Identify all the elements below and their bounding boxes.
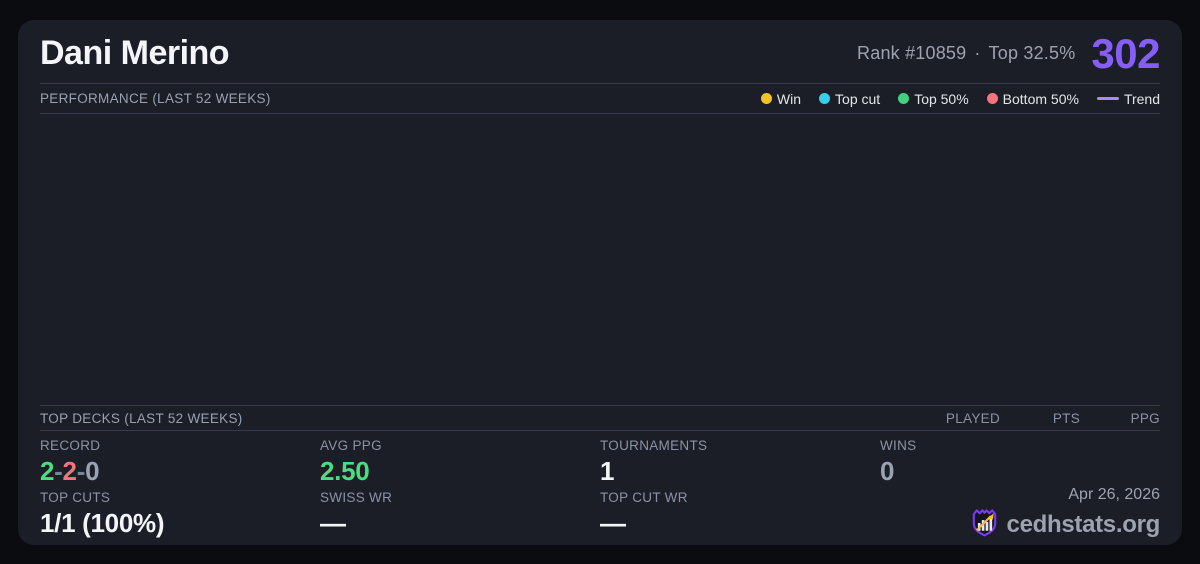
legend-item-bottom-50-: Bottom 50%	[986, 90, 1079, 107]
stat-label: TOP CUTS	[40, 490, 111, 505]
rank-summary: Rank #10859 · Top 32.5%	[857, 43, 1075, 64]
brand-name: cedhstats.org	[1006, 511, 1161, 538]
points-value: 302	[1091, 29, 1160, 77]
stat-value-record: 2-2-0	[40, 456, 320, 487]
legend-item-top-cut: Top cut	[819, 91, 880, 107]
record-wins: 2	[40, 456, 55, 486]
legend-label: Bottom 50%	[1002, 90, 1079, 107]
legend-item-win: Win	[760, 90, 802, 107]
top-decks-column-headers: PLAYED PTS PPG	[920, 411, 1160, 426]
performance-chart-area	[40, 114, 1160, 406]
record-separator: -	[76, 456, 86, 486]
record-losses: 2	[62, 456, 77, 486]
stat-label: WINS	[880, 438, 917, 453]
legend-dot-icon	[986, 93, 998, 104]
date-label: Apr 26, 2026	[1068, 486, 1160, 503]
column-header-pts: PTS	[1052, 410, 1080, 426]
rank-label: Rank #10859	[857, 43, 967, 63]
rank-separator: ·	[974, 43, 981, 63]
top-decks-section-title: TOP DECKS (LAST 52 WEEKS)	[40, 410, 243, 426]
legend-dot-icon	[760, 93, 772, 104]
legend-dot-icon	[819, 93, 831, 104]
legend-item-top-50-: Top 50%	[898, 90, 969, 107]
stat-top-cut-wr: TOP CUT WR —	[600, 490, 880, 545]
stat-label: SWISS WR	[320, 490, 393, 505]
chart-legend: Win Top cut Top 50% Bottom 50% Trend	[760, 90, 1160, 107]
stat-avg-ppg: AVG PPG 2.50	[320, 438, 600, 490]
percentile-label: Top 32.5%	[988, 43, 1076, 63]
card-header: Dani Merino Rank #10859 · Top 32.5% 302	[40, 20, 1160, 84]
legend-label: Win	[776, 90, 802, 107]
legend-label: Top cut	[835, 90, 881, 107]
legend-label: Trend	[1123, 90, 1160, 107]
stat-wins: WINS 0	[880, 438, 1160, 490]
stat-value-top-cuts: 1/1 (100%)	[40, 508, 165, 538]
record-draws: 0	[85, 456, 100, 486]
legend-label: Top 50%	[914, 90, 969, 107]
stat-label: TOP CUT WR	[600, 490, 688, 505]
top-decks-header-row: TOP DECKS (LAST 52 WEEKS) PLAYED PTS PPG	[40, 406, 1160, 431]
stat-record: RECORD 2-2-0	[40, 438, 320, 490]
stats-grid: RECORD 2-2-0 AVG PPG 2.50 TOURNAMENTS 1 …	[40, 431, 1160, 545]
brand-logo-icon	[969, 507, 1000, 543]
legend-dot-icon	[898, 93, 910, 104]
brand: cedhstats.org	[969, 507, 1160, 543]
legend-item-trend: Trend	[1096, 90, 1160, 107]
stat-value-top-cut-wr: —	[600, 508, 626, 538]
stat-label: TOURNAMENTS	[600, 438, 708, 453]
stat-value-wins: 0	[880, 456, 895, 486]
performance-header-row: PERFORMANCE (LAST 52 WEEKS) Win Top cut To…	[40, 84, 1160, 114]
card-footer: Apr 26, 2026 cedhstats.org	[969, 486, 1160, 543]
record-separator: -	[54, 456, 63, 486]
stat-label: RECORD	[40, 438, 101, 453]
stat-value-tournaments: 1	[600, 456, 615, 486]
stat-label: AVG PPG	[320, 438, 382, 453]
rank-block: Rank #10859 · Top 32.5% 302	[857, 30, 1160, 78]
performance-section-title: PERFORMANCE (LAST 52 WEEKS)	[40, 91, 271, 106]
stat-value-avg-ppg: 2.50	[320, 456, 370, 486]
stat-top-cuts: TOP CUTS 1/1 (100%)	[40, 490, 320, 545]
stat-swiss-wr: SWISS WR —	[320, 490, 600, 545]
player-name: Dani Merino	[40, 34, 230, 72]
player-stats-card: Dani Merino Rank #10859 · Top 32.5% 302 PE…	[18, 20, 1182, 545]
column-header-ppg: PPG	[1130, 410, 1160, 426]
stat-value-swiss-wr: —	[320, 508, 346, 538]
trend-line-swatch-icon	[1096, 97, 1119, 100]
stat-tournaments: TOURNAMENTS 1	[600, 438, 880, 490]
column-header-played: PLAYED	[945, 410, 1000, 426]
